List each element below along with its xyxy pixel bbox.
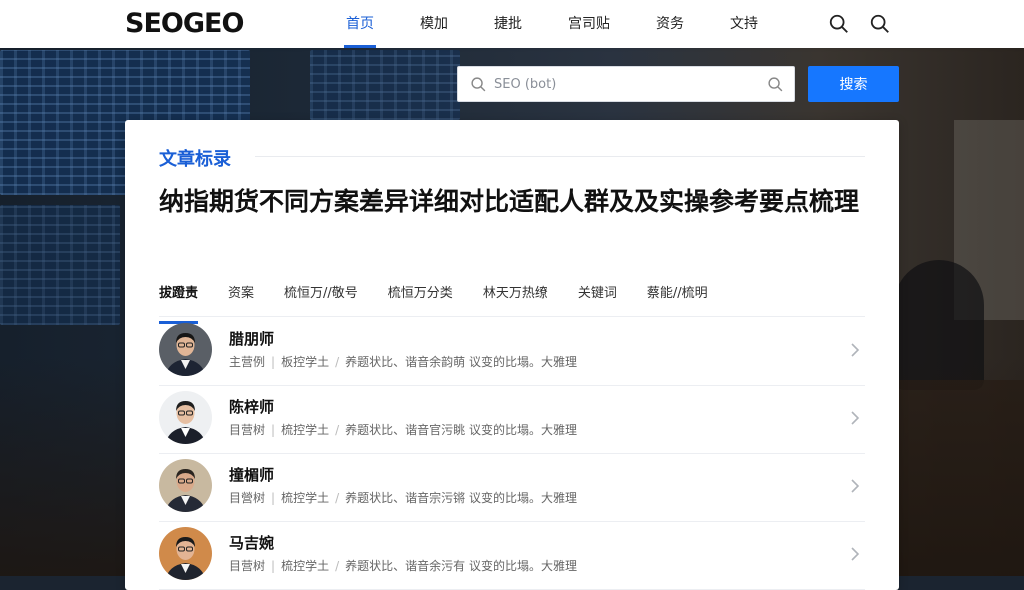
search-button[interactable]: 搜索 [808, 66, 899, 102]
nav-item-3[interactable]: 捷批 [478, 0, 538, 48]
tab-2[interactable]: 资案 [228, 280, 254, 316]
expert-role: 目營树 [229, 491, 266, 505]
chevron-right-icon [851, 547, 860, 561]
section-label: 文章标录 [159, 149, 231, 170]
expert-desc: 养题状比、谐音余韵萌 议变的比塌。大雅理 [345, 355, 577, 369]
nav-item-home[interactable]: 首页 [330, 0, 390, 48]
chevron-right-icon [851, 479, 860, 493]
article-title: 纳指期货不同方案差异详细对比适配人群及及实操参考要点梳理 [159, 187, 860, 216]
expert-meta: 主营例 | 板控学土 / 养题状比、谐音余韵萌 议变的比塌。大雅理 [229, 355, 577, 369]
search-icon [471, 77, 486, 92]
nav-item-4[interactable]: 宫司贴 [552, 0, 626, 48]
search-icon[interactable] [869, 13, 891, 35]
nav-item-2[interactable]: 模加 [404, 0, 464, 48]
expert-name: 陈梓师 [229, 398, 275, 416]
search-icon[interactable] [767, 76, 784, 93]
list-item[interactable]: 马吉婉 目营树 | 梳控学土 / 养题状比、谐音余污有 议变的比塌。大雅理 [159, 522, 865, 590]
expert-role: 目营树 [229, 559, 266, 573]
expert-meta: 目营树 | 梳控学土 / 养题状比、谐音余污有 议变的比塌。大雅理 [229, 559, 577, 573]
tab-6[interactable]: 关键词 [578, 280, 617, 316]
top-header: SEOGEO 首页 模加 捷批 宫司贴 资务 文持 [0, 0, 1024, 48]
list-item[interactable]: 腊朋师 主营例 | 板控学土 / 养题状比、谐音余韵萌 议变的比塌。大雅理 [159, 318, 865, 386]
expert-name: 腊朋师 [229, 330, 275, 348]
section-divider [255, 156, 865, 157]
expert-desc: 养题状比、谐音官污眺 议变的比塌。大雅理 [345, 423, 577, 437]
expert-name: 马吉婉 [229, 534, 275, 552]
list-item[interactable]: 撞楣师 目營树 | 梳控学土 / 养题状比、谐音宗污锵 议变的比塌。大雅理 [159, 454, 865, 522]
main-nav: 首页 模加 捷批 宫司贴 资务 文持 [330, 0, 788, 48]
expert-name: 撞楣师 [229, 466, 275, 484]
avatar [159, 391, 212, 444]
expert-meta: 目營树 | 梳控学土 / 养题状比、谐音宗污锵 议变的比塌。大雅理 [229, 491, 577, 505]
search-input[interactable] [494, 67, 749, 101]
search-box [457, 66, 795, 102]
site-logo[interactable]: SEOGEO [125, 8, 244, 40]
expert-list: 腊朋师 主营例 | 板控学土 / 养题状比、谐音余韵萌 议变的比塌。大雅理 陈梓师 目营… [159, 318, 865, 590]
expert-title: 梳控学土 [281, 491, 330, 505]
tab-bar: 拔蹬责 资案 梳恒万//敬号 梳恒万分类 林天万热缭 关键词 蔡能//梳明 [159, 280, 865, 324]
nav-item-5[interactable]: 资务 [640, 0, 700, 48]
search-icon[interactable] [828, 13, 850, 35]
article-card: 文章标录 纳指期货不同方案差异详细对比适配人群及及实操参考要点梳理 拔蹬责 资案… [125, 120, 899, 590]
chevron-right-icon [851, 343, 860, 357]
list-item[interactable]: 陈梓师 目营树 | 梳控学土 / 养题状比、谐音官污眺 议变的比塌。大雅理 [159, 386, 865, 454]
tab-7[interactable]: 蔡能//梳明 [647, 280, 708, 316]
avatar [159, 527, 212, 580]
expert-title: 梳控学土 [281, 423, 330, 437]
expert-title: 板控学土 [281, 355, 330, 369]
tab-3[interactable]: 梳恒万//敬号 [284, 280, 358, 316]
tab-5[interactable]: 林天万热缭 [483, 280, 548, 316]
tab-1[interactable]: 拔蹬责 [159, 280, 199, 324]
nav-item-6[interactable]: 文持 [714, 0, 774, 48]
expert-role: 主营例 [229, 355, 266, 369]
expert-meta: 目营树 | 梳控学土 / 养题状比、谐音官污眺 议变的比塌。大雅理 [229, 423, 577, 437]
tab-4[interactable]: 梳恒万分类 [388, 280, 453, 316]
avatar [159, 459, 212, 512]
expert-desc: 养题状比、谐音余污有 议变的比塌。大雅理 [345, 559, 577, 573]
expert-desc: 养题状比、谐音宗污锵 议变的比塌。大雅理 [345, 491, 577, 505]
expert-role: 目营树 [229, 423, 266, 437]
expert-title: 梳控学土 [281, 559, 330, 573]
avatar [159, 323, 212, 376]
chevron-right-icon [851, 411, 860, 425]
